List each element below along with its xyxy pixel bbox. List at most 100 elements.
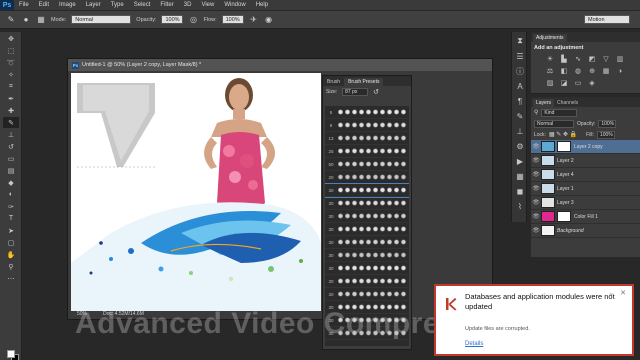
layer-opacity-field[interactable]: 100%: [598, 119, 617, 128]
crop-tool-icon[interactable]: ⌗: [3, 81, 19, 92]
visibility-eye-icon[interactable]: 👁: [531, 171, 541, 178]
brush-preset-row[interactable]: 9: [325, 119, 409, 132]
history-icon[interactable]: ⧗: [514, 35, 526, 47]
tab-brush-presets[interactable]: Brush Presets: [344, 78, 384, 86]
document-tab[interactable]: Ps Untitled-1 @ 50% (Layer 2 copy, Layer…: [68, 59, 492, 71]
brush-preset-row[interactable]: 13: [325, 132, 409, 145]
marquee-tool-icon[interactable]: ⬚: [3, 45, 19, 56]
blur-tool-icon[interactable]: ◆: [3, 177, 19, 188]
color-lookup-icon[interactable]: ▦: [601, 66, 611, 76]
clone-source-icon[interactable]: ⊥: [514, 125, 526, 137]
gradient-tool-icon[interactable]: ▤: [3, 165, 19, 176]
color-balance-icon[interactable]: ⚖: [545, 66, 555, 76]
styles-icon[interactable]: ◼: [514, 185, 526, 197]
brush-tool-icon[interactable]: ✎: [3, 117, 19, 128]
quick-select-tool-icon[interactable]: ✧: [3, 69, 19, 80]
menu-view[interactable]: View: [196, 2, 219, 8]
vibrance-icon[interactable]: ▽: [601, 54, 611, 64]
reset-size-icon[interactable]: ↺: [373, 88, 379, 96]
actions-icon[interactable]: ▶: [514, 155, 526, 167]
visibility-eye-icon[interactable]: 👁: [531, 199, 541, 206]
pen-tool-icon[interactable]: ✑: [3, 201, 19, 212]
pressure-opacity-icon[interactable]: ◎: [188, 15, 198, 25]
move-tool-icon[interactable]: ✥: [3, 33, 19, 44]
brush-preset-row[interactable]: 5: [325, 106, 409, 119]
menu-edit[interactable]: Edit: [34, 2, 54, 8]
hue-saturation-icon[interactable]: ▥: [615, 54, 625, 64]
photo-filter-icon[interactable]: ◍: [573, 66, 583, 76]
layer-row[interactable]: 👁 Layer 1: [531, 182, 640, 196]
layer-row[interactable]: 👁 Layer 4: [531, 168, 640, 182]
properties-icon[interactable]: ☰: [514, 50, 526, 62]
layer-row[interactable]: 👁 Background: [531, 224, 640, 238]
visibility-eye-icon[interactable]: 👁: [531, 213, 541, 220]
info-icon[interactable]: ⓘ: [514, 65, 526, 77]
layer-row[interactable]: 👁 Layer 2: [531, 154, 640, 168]
visibility-eye-icon[interactable]: 👁: [531, 185, 541, 192]
brush-icon[interactable]: ✎: [514, 110, 526, 122]
layer-row[interactable]: 👁 Layer 2 copy: [531, 140, 640, 154]
brush-preset-row[interactable]: 30: [325, 262, 409, 275]
pressure-size-icon[interactable]: ◉: [264, 15, 274, 25]
character-icon[interactable]: A: [514, 80, 526, 92]
tab-adjustments[interactable]: Adjustments: [533, 34, 567, 42]
brush-panel-toggle-icon[interactable]: ▦: [36, 15, 46, 25]
brush-preset-row[interactable]: 30: [325, 249, 409, 262]
levels-icon[interactable]: ▙: [559, 54, 569, 64]
details-link[interactable]: Details: [465, 341, 483, 347]
menu-type[interactable]: Type: [106, 2, 129, 8]
opacity-field[interactable]: 100%: [161, 15, 184, 24]
menu-3d[interactable]: 3D: [179, 2, 197, 8]
eraser-tool-icon[interactable]: ▭: [3, 153, 19, 164]
invert-icon[interactable]: ◑: [615, 66, 625, 76]
visibility-eye-icon[interactable]: 👁: [531, 143, 541, 150]
curves-icon[interactable]: ∿: [573, 54, 583, 64]
brightness-contrast-icon[interactable]: ☀: [545, 54, 555, 64]
tab-layers[interactable]: Layers: [533, 99, 555, 107]
swatches-icon[interactable]: ▦: [514, 170, 526, 182]
layer-fill-field[interactable]: 100%: [596, 130, 615, 139]
brush-preset-row[interactable]: 30: [325, 210, 409, 223]
menu-help[interactable]: Help: [251, 2, 273, 8]
menu-select[interactable]: Select: [129, 2, 156, 8]
canvas[interactable]: [71, 73, 321, 311]
menu-window[interactable]: Window: [219, 2, 250, 8]
brush-preset-row[interactable]: 30: [325, 236, 409, 249]
layer-row[interactable]: 👁 Color Fill 1: [531, 210, 640, 224]
brush-preset-row[interactable]: 50: [325, 158, 409, 171]
gradient-map-icon[interactable]: ▭: [573, 78, 583, 88]
visibility-eye-icon[interactable]: 👁: [531, 227, 541, 234]
posterize-icon[interactable]: ▨: [545, 78, 555, 88]
black-white-icon[interactable]: ◧: [559, 66, 569, 76]
lasso-tool-icon[interactable]: ➰: [3, 57, 19, 68]
shape-tool-icon[interactable]: ▢: [3, 237, 19, 248]
blend-mode-select[interactable]: Normal: [534, 119, 574, 128]
workspace-select[interactable]: Motion: [584, 15, 630, 24]
menu-image[interactable]: Image: [54, 2, 81, 8]
mode-select[interactable]: Normal: [71, 15, 132, 24]
zoom-tool-icon[interactable]: ⚲: [3, 261, 19, 272]
healing-tool-icon[interactable]: ✚: [3, 105, 19, 116]
menu-layer[interactable]: Layer: [81, 2, 106, 8]
menu-file[interactable]: File: [14, 2, 34, 8]
brush-preset-row[interactable]: 30: [325, 197, 409, 210]
exposure-icon[interactable]: ◩: [587, 54, 597, 64]
layer-mask-thumbnail[interactable]: [557, 141, 571, 152]
brush-preset-row[interactable]: 30: [325, 183, 409, 198]
paths-icon[interactable]: ⌇: [514, 200, 526, 212]
tool-presets-icon[interactable]: ⚙: [514, 140, 526, 152]
selective-color-icon[interactable]: ◈: [587, 78, 597, 88]
size-field[interactable]: 87 px: [342, 88, 369, 96]
airbrush-icon[interactable]: ✈: [249, 15, 259, 25]
close-icon[interactable]: ✕: [620, 289, 626, 297]
flow-field[interactable]: 100%: [221, 15, 244, 24]
tab-channels[interactable]: Channels: [554, 99, 581, 107]
layer-filter-select[interactable]: Kind: [541, 108, 578, 117]
lock-icons[interactable]: ▦ ✎ ✥ 🔒: [549, 131, 577, 138]
path-select-tool-icon[interactable]: ➤: [3, 225, 19, 236]
brush-preset-row[interactable]: 30: [325, 223, 409, 236]
paragraph-icon[interactable]: ¶: [514, 95, 526, 107]
layer-mask-thumbnail[interactable]: [557, 211, 571, 222]
brush-preset-row[interactable]: 30: [325, 288, 409, 301]
history-brush-tool-icon[interactable]: ↺: [3, 141, 19, 152]
